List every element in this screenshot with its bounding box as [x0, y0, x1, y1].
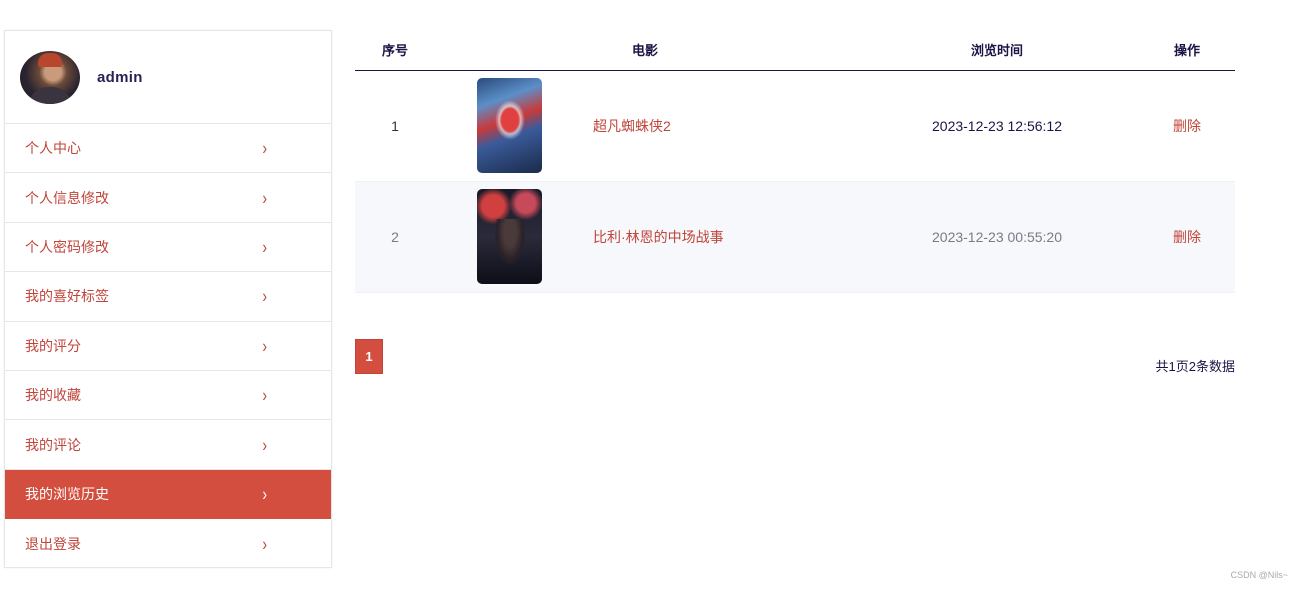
chevron-right-icon: › [262, 483, 267, 505]
sidebar-item-personal-center[interactable]: 个人中心 › [5, 124, 331, 174]
delete-button[interactable]: 删除 [1173, 229, 1201, 245]
sidebar-item-label: 我的评论 [25, 436, 81, 453]
sidebar-item-logout[interactable]: 退出登录 › [5, 519, 331, 568]
browse-time: 2023-12-23 12:56:12 [855, 70, 1139, 182]
movie-cell: 比利·林恩的中场战事 [435, 181, 855, 293]
browse-time: 2023-12-23 00:55:20 [855, 181, 1139, 293]
table-row: 1 超凡蜘蛛侠2 2023-12-23 12:56:12 删除 [355, 70, 1235, 182]
pagination-page-button[interactable]: 1 [355, 339, 383, 374]
table-header-row: 序号 电影 浏览时间 操作 [355, 30, 1235, 71]
sidebar-item-label: 我的收藏 [25, 387, 81, 404]
movie-title-link[interactable]: 比利·林恩的中场战事 [593, 227, 724, 247]
sidebar-item-edit-profile[interactable]: 个人信息修改 › [5, 173, 331, 223]
delete-button[interactable]: 删除 [1173, 118, 1201, 134]
sidebar-item-browse-history[interactable]: 我的浏览历史 › [5, 469, 331, 520]
column-header-index: 序号 [355, 30, 435, 71]
movie-poster[interactable] [477, 78, 542, 173]
row-index: 1 [355, 70, 435, 182]
chevron-right-icon: › [262, 137, 267, 159]
sidebar-item-change-password[interactable]: 个人密码修改 › [5, 223, 331, 273]
sidebar-item-label: 个人中心 [25, 140, 81, 157]
movie-poster[interactable] [477, 189, 542, 284]
sidebar-item-my-comments[interactable]: 我的评论 › [5, 420, 331, 470]
chevron-right-icon: › [262, 533, 267, 555]
chevron-right-icon: › [262, 187, 267, 208]
column-header-movie: 电影 [435, 30, 855, 71]
chevron-right-icon: › [262, 335, 267, 357]
pagination-summary: 共1页2条数据 [1155, 359, 1235, 374]
chevron-right-icon: › [262, 434, 267, 455]
profile-header: admin [5, 31, 331, 124]
watermark: CSDN @Nils~ [1230, 570, 1288, 580]
column-header-action: 操作 [1139, 30, 1235, 71]
sidebar-item-label: 个人信息修改 [25, 189, 109, 206]
row-index: 2 [355, 181, 435, 293]
page: admin 个人中心 › 个人信息修改 › 个人密码修改 › 我的喜好标签 › … [0, 0, 1302, 590]
chevron-right-icon: › [262, 285, 267, 307]
sidebar-item-label: 我的浏览历史 [25, 485, 109, 502]
table-row: 2 比利·林恩的中场战事 2023-12-23 00:55:20 删除 [355, 181, 1235, 293]
sidebar-item-label: 个人密码修改 [25, 238, 109, 255]
chevron-right-icon: › [262, 384, 267, 406]
history-table: 序号 电影 浏览时间 操作 1 超凡蜘蛛侠2 2023-12-23 12:56:… [355, 30, 1235, 293]
sidebar-item-my-ratings[interactable]: 我的评分 › [5, 322, 331, 371]
history-table-section: 序号 电影 浏览时间 操作 1 超凡蜘蛛侠2 2023-12-23 12:56:… [355, 30, 1235, 293]
username: admin [97, 68, 143, 86]
movie-cell: 超凡蜘蛛侠2 [435, 70, 855, 182]
sidebar-item-preference-tags[interactable]: 我的喜好标签 › [5, 272, 331, 322]
action-cell: 删除 [1139, 70, 1235, 182]
chevron-right-icon: › [262, 236, 267, 258]
avatar[interactable] [20, 50, 80, 104]
action-cell: 删除 [1139, 181, 1235, 293]
column-header-time: 浏览时间 [855, 30, 1139, 71]
sidebar-item-my-favorites[interactable]: 我的收藏 › [5, 371, 331, 421]
sidebar-item-label: 退出登录 [25, 535, 81, 552]
sidebar-item-label: 我的喜好标签 [25, 288, 109, 305]
user-sidebar: admin 个人中心 › 个人信息修改 › 个人密码修改 › 我的喜好标签 › … [4, 30, 332, 568]
movie-title-link[interactable]: 超凡蜘蛛侠2 [593, 116, 671, 136]
sidebar-item-label: 我的评分 [25, 337, 81, 354]
